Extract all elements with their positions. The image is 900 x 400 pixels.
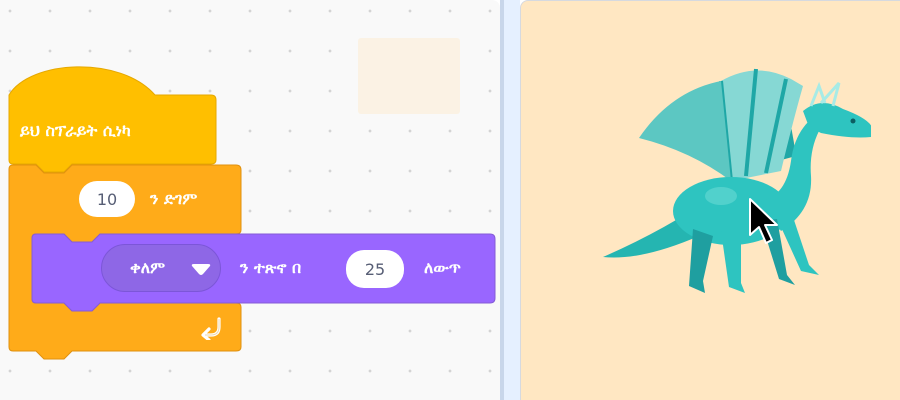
mouse-pointer-icon	[749, 198, 778, 244]
caret-down-icon	[191, 264, 211, 275]
repeat-block-label: ን ድገም	[150, 189, 198, 208]
change-amount-input[interactable]: 25	[346, 250, 404, 288]
panel-divider	[500, 0, 520, 400]
hat-block-when-sprite-clicked	[8, 66, 217, 173]
dragon-sprite[interactable]	[581, 61, 871, 311]
repeat-count-input[interactable]: 10	[79, 181, 135, 217]
change-effect-label: ን ተጽኖ በ	[240, 258, 302, 277]
effect-dropdown[interactable]: ቀለም	[101, 244, 221, 292]
loop-arrow-icon	[201, 317, 221, 340]
stage[interactable]	[520, 0, 900, 400]
change-effect-label-end: ለውጥ	[424, 258, 461, 277]
block-stack-shapes	[8, 66, 496, 360]
hat-block-label: ይህ ስፕራይት ሲነካ	[20, 121, 131, 140]
effect-dropdown-value: ቀለም	[130, 258, 166, 277]
code-workspace[interactable]: ይህ ስፕራይት ሲነካ 10 ን ድገም ቀለም ን ተጽኖ በ 25 ለውጥ	[0, 0, 500, 400]
